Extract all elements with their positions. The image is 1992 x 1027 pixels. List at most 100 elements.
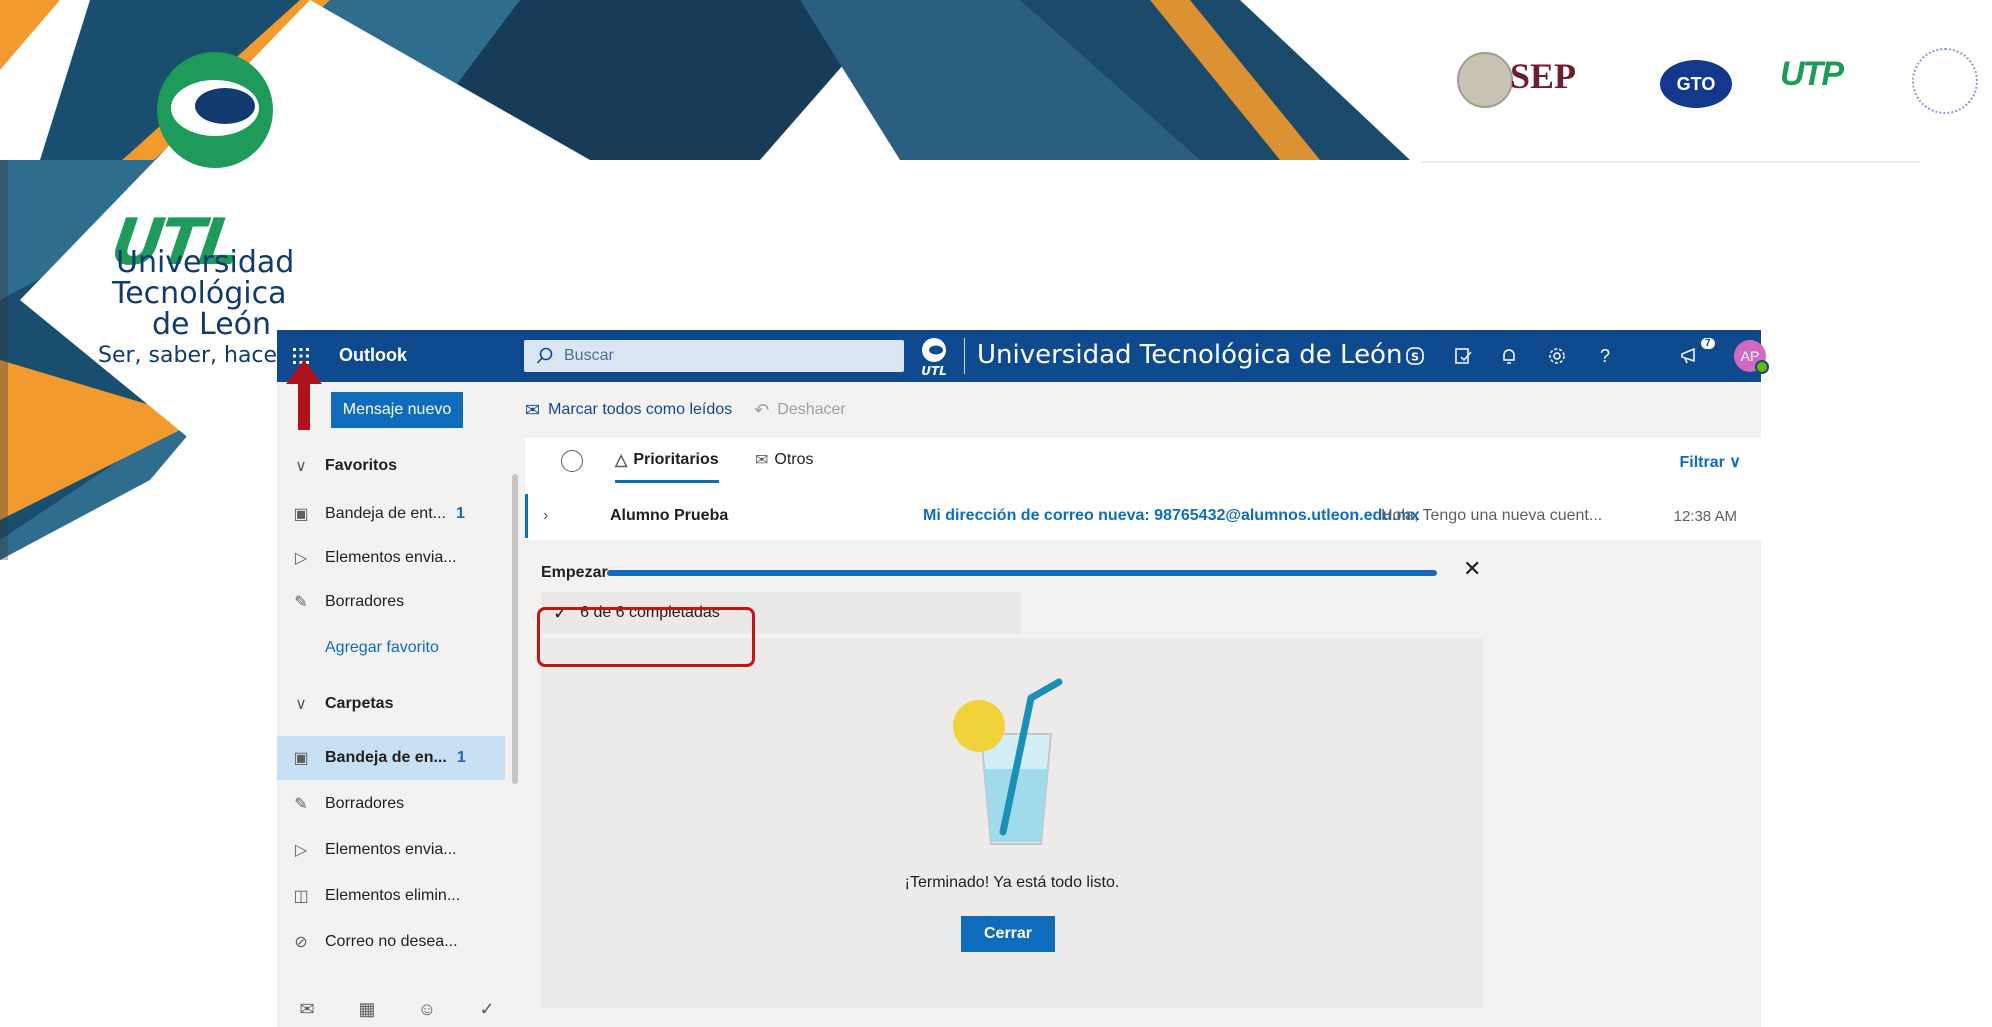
presence-dot	[1755, 360, 1769, 374]
gear-icon	[1549, 348, 1565, 364]
fav-item-label: Bandeja de ent...	[325, 505, 446, 522]
filter-label: Filtrar	[1679, 454, 1725, 471]
fav-item-sent[interactable]: ▷ Elementos envia...	[277, 536, 509, 580]
drink-illustration	[953, 678, 1063, 845]
megaphone-icon	[1681, 347, 1695, 364]
app-name[interactable]: Outlook	[339, 345, 407, 366]
red-arrow-annotation	[286, 360, 322, 430]
get-started-label: Empezar	[541, 564, 608, 581]
close-button[interactable]: Cerrar	[961, 916, 1055, 952]
message-preview: Hola, Tengo una nueva cuent...	[1381, 507, 1603, 524]
mail-icon[interactable]: ✉	[277, 999, 337, 1020]
folder-item-drafts[interactable]: ✎ Borradores	[277, 782, 509, 826]
pencil-icon: ✎	[294, 796, 308, 813]
pencil-icon: ✎	[294, 594, 308, 611]
tab-other-label: Otros	[774, 451, 814, 468]
whats-new-badge: 7	[1701, 338, 1715, 349]
inbox-tabs: △ Prioritarios ✉ Otros Filtrar ∨	[525, 438, 1761, 488]
brand-line-2: Tecnológica	[112, 276, 287, 311]
gto-logo: GTO	[1660, 60, 1732, 108]
unread-count: 1	[456, 749, 466, 766]
finished-message: ¡Terminado! Ya está todo listo.	[904, 874, 1120, 891]
folder-item-label: Correo no desea...	[325, 933, 458, 950]
new-message-button[interactable]: Mensaje nuevo	[331, 392, 463, 428]
fav-item-inbox[interactable]: ▣ Bandeja de ent... 1	[277, 492, 509, 536]
tasks-icon[interactable]: ✓	[457, 999, 517, 1020]
undo-button[interactable]: ↶ Deshacer	[754, 400, 846, 421]
add-favorite-link[interactable]: Agregar favorito	[277, 626, 509, 670]
fav-item-label: Borradores	[325, 593, 405, 610]
nav-scrollbar[interactable]	[512, 474, 518, 784]
finished-card: ¡Terminado! Ya está todo listo. Cerrar	[541, 638, 1483, 1008]
folder-item-inbox[interactable]: ▣ Bandeja de en... 1	[277, 736, 505, 780]
select-all-checkbox[interactable]	[561, 450, 583, 472]
message-list: △ Prioritarios ✉ Otros Filtrar ∨ › Alumn…	[525, 438, 1761, 1027]
people-icon[interactable]: ☺	[397, 999, 457, 1020]
chevron-right-icon[interactable]: ›	[543, 507, 548, 525]
chevron-down-icon: ∨	[295, 696, 307, 713]
favorites-header[interactable]: ∨ Favoritos	[277, 444, 509, 488]
notifications-button[interactable]	[1495, 342, 1523, 370]
favorites-label: Favoritos	[325, 457, 398, 474]
skype-button[interactable]: S	[1401, 342, 1429, 370]
folder-item-label: Elementos elimin...	[325, 887, 461, 904]
module-switcher: ✉ ▦ ☺ ✓	[277, 991, 517, 1027]
folders-header[interactable]: ∨ Carpetas	[277, 682, 509, 726]
tab-focused[interactable]: △ Prioritarios	[615, 450, 719, 483]
search-input[interactable]	[562, 346, 886, 366]
todo-button[interactable]	[1449, 342, 1477, 370]
org-divider	[964, 338, 965, 374]
inbox-icon: ▣	[293, 750, 309, 767]
message-row[interactable]: › Alumno Prueba Mi dirección de correo n…	[525, 492, 1761, 541]
undo-icon: ↶	[754, 399, 770, 420]
envelope-open-icon: ✉	[525, 399, 541, 420]
outlook-window: Outlook UTL Universidad Tecnológica de L…	[277, 330, 1769, 1027]
focused-icon: △	[615, 452, 628, 469]
folders-label: Carpetas	[325, 695, 394, 712]
tab-other[interactable]: ✉ Otros	[755, 450, 814, 470]
folder-item-label: Elementos envia...	[325, 841, 457, 858]
chevron-down-icon: ∨	[1729, 454, 1741, 471]
avatar[interactable]: AP	[1734, 340, 1769, 374]
fav-item-drafts[interactable]: ✎ Borradores	[277, 580, 509, 624]
other-icon: ✉	[755, 452, 769, 469]
send-icon: ▷	[294, 550, 308, 567]
folder-item-junk[interactable]: ⊘ Correo no desea...	[277, 920, 509, 964]
top-bar: Outlook UTL Universidad Tecnológica de L…	[277, 330, 1769, 382]
partner-circle-logo	[1912, 48, 1978, 114]
highlight-box	[537, 607, 755, 667]
get-started-progress	[607, 570, 1437, 576]
message-time: 12:38 AM	[1673, 507, 1737, 525]
trash-icon: ◫	[293, 888, 309, 905]
block-icon: ⊘	[294, 934, 308, 951]
org-logo-text: UTL	[921, 364, 947, 378]
org-name: Universidad Tecnológica de León	[977, 340, 1403, 370]
filter-button[interactable]: Filtrar ∨	[1679, 452, 1741, 472]
help-button[interactable]: ?	[1591, 342, 1619, 370]
tab-focused-label: Prioritarios	[633, 451, 719, 468]
search-icon	[536, 347, 553, 364]
settings-button[interactable]	[1543, 342, 1571, 370]
add-favorite-label: Agregar favorito	[325, 639, 439, 656]
message-sender: Alumno Prueba	[610, 507, 729, 524]
sep-logo: SEP	[1510, 56, 1577, 96]
sep-seal-logo	[1457, 52, 1513, 108]
bell-icon	[1503, 349, 1515, 364]
inbox-icon: ▣	[293, 506, 309, 523]
calendar-icon[interactable]: ▦	[337, 999, 397, 1020]
close-icon[interactable]: ✕	[1463, 556, 1481, 582]
command-bar: ✉ Marcar todos como leídos ↶ Deshacer	[525, 382, 1761, 438]
mark-all-read-button[interactable]: ✉ Marcar todos como leídos	[525, 400, 732, 421]
message-subject: Mi dirección de correo nueva: 98765432@a…	[923, 507, 1420, 524]
folder-item-sent[interactable]: ▷ Elementos envia...	[277, 828, 509, 872]
chevron-down-icon: ∨	[295, 458, 307, 475]
skype-icon: S	[1406, 347, 1424, 365]
help-icon: ?	[1599, 345, 1610, 366]
mark-all-read-label: Marcar todos como leídos	[548, 401, 733, 418]
brand-line-1: Universidad	[116, 245, 295, 280]
folder-item-label: Bandeja de en...	[325, 749, 447, 766]
svg-text:S: S	[1411, 351, 1419, 364]
folder-item-deleted[interactable]: ◫ Elementos elimin...	[277, 874, 509, 918]
search-box[interactable]	[524, 340, 904, 372]
send-icon: ▷	[294, 842, 308, 859]
